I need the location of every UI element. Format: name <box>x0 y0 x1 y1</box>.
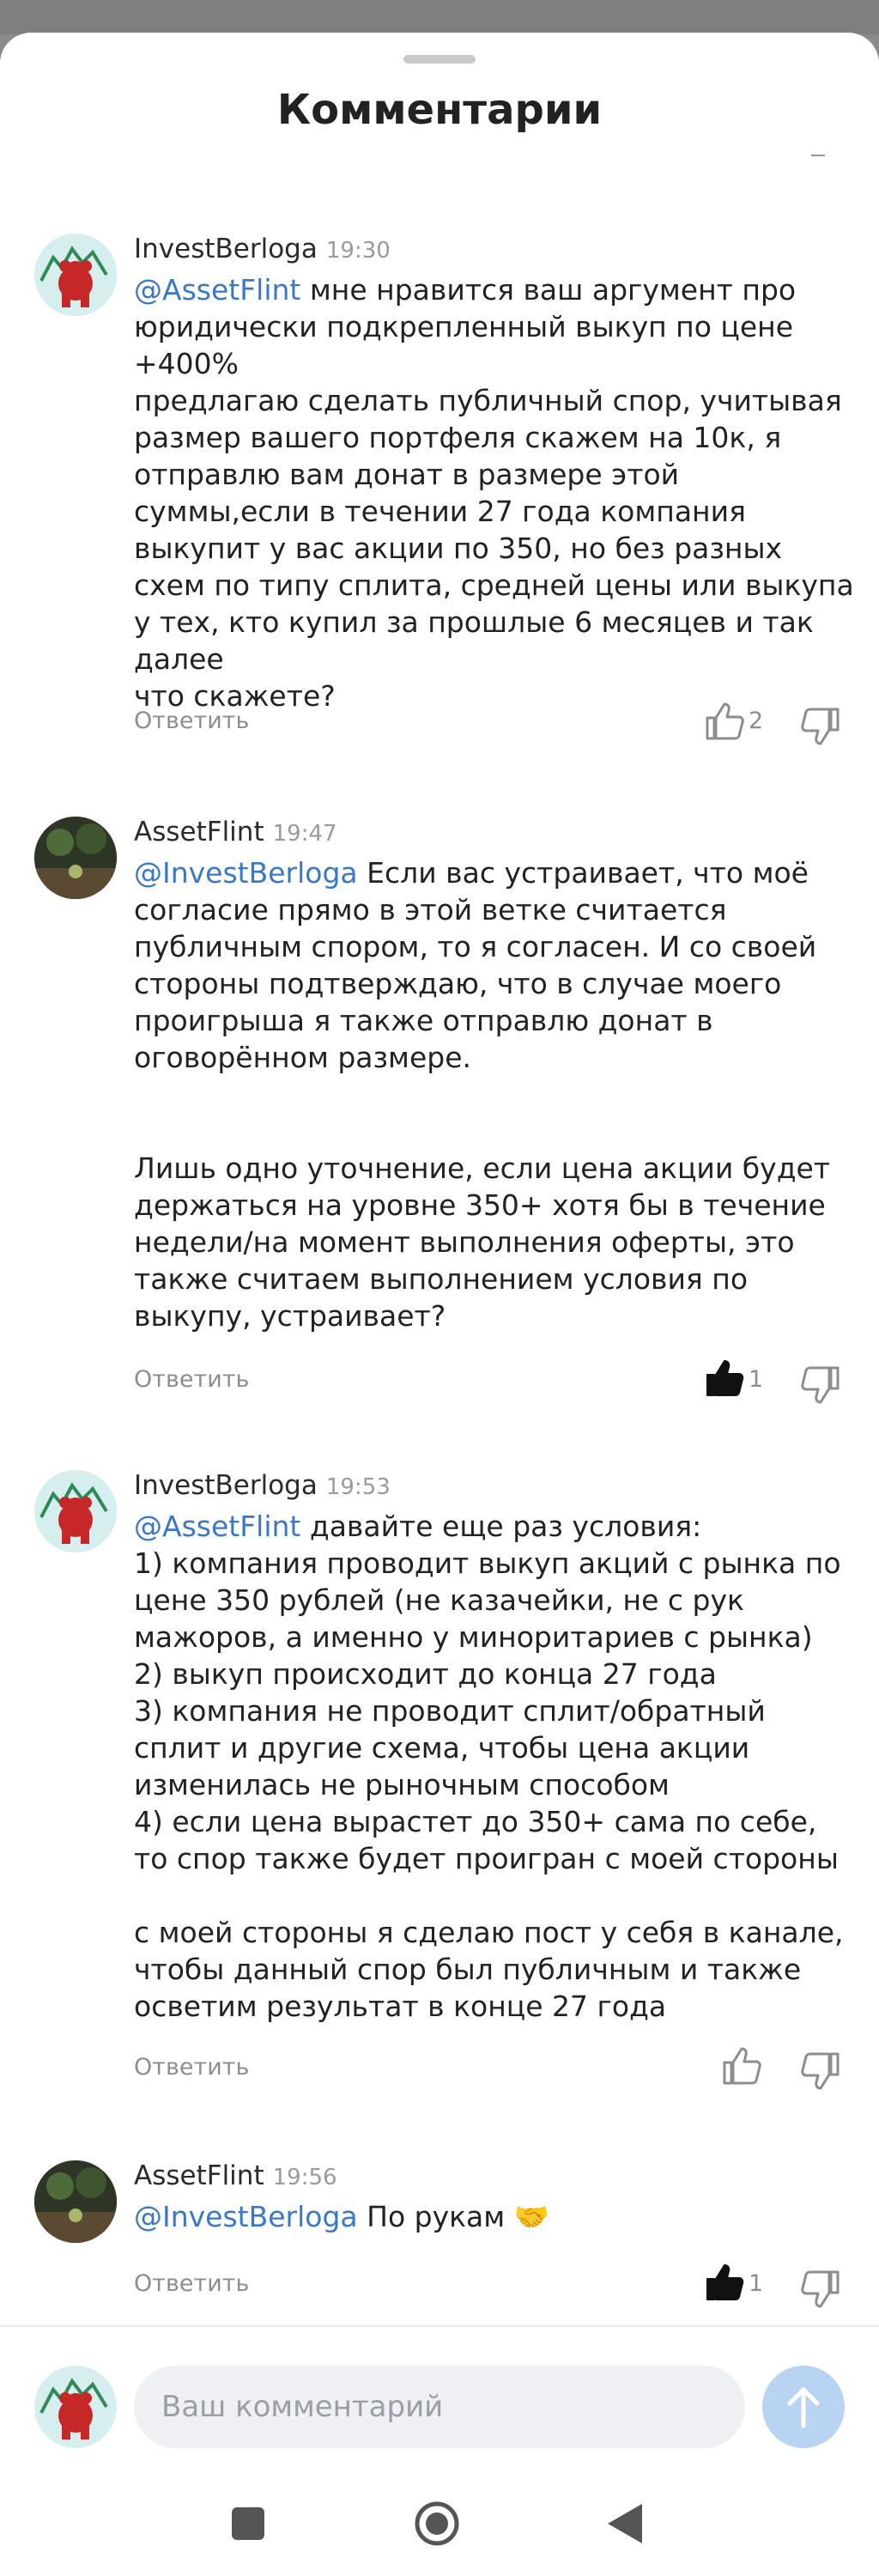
comment-paragraph-text: давайте еще раз условия: <box>309 1510 702 1543</box>
mention-link[interactable]: @AssetFlint <box>134 1510 300 1543</box>
sheet-title: Комментарии <box>276 86 603 134</box>
thumbs-down-icon[interactable] <box>798 704 843 749</box>
avatar[interactable] <box>34 817 117 899</box>
like-count: 1 <box>749 2270 764 2297</box>
comment-author[interactable]: InvestBerloga <box>134 1470 318 1501</box>
mention-link[interactable]: @AssetFlint <box>134 273 300 307</box>
reply-button[interactable]: Ответить <box>134 708 249 734</box>
arrow-up-icon <box>787 2387 820 2428</box>
comment-paragraph-text: По рукам 🤝 <box>367 2200 549 2233</box>
like-count: 2 <box>749 708 764 734</box>
comment-text: @AssetFlint давайте еще раз условия: 1) … <box>134 1508 846 2025</box>
comment-author[interactable]: InvestBerloga <box>134 234 318 264</box>
landscape-avatar-icon <box>34 817 117 899</box>
comment-header: AssetFlint 19:56 <box>134 2160 337 2195</box>
avatar[interactable] <box>34 234 117 316</box>
thumbs-up-icon[interactable] <box>719 2044 764 2088</box>
thumbs-down-icon[interactable] <box>798 1363 843 1407</box>
bear-avatar-icon <box>39 2378 108 2439</box>
thumbs-up-filled-icon[interactable] <box>702 2260 747 2305</box>
comment-paragraph: с моей стороны я сделаю пост у себя в ка… <box>134 1916 844 2023</box>
avatar[interactable] <box>34 1470 117 1552</box>
thumbs-down-icon[interactable] <box>798 2049 843 2093</box>
comment-input[interactable] <box>134 2366 745 2448</box>
comment-paragraph: 4) если цена вырастет до 350+ сама по се… <box>134 1805 839 1875</box>
comment-paragraph: 2) выкуп происходит до конца 27 года <box>134 1657 717 1691</box>
reply-button[interactable]: Ответить <box>134 2270 249 2297</box>
mention-link[interactable]: @InvestBerloga <box>134 856 358 890</box>
comment-paragraph: @AssetFlint мне нравится ваш аргумент пр… <box>134 271 855 382</box>
send-button[interactable] <box>762 2366 845 2448</box>
composer-divider <box>0 2325 879 2327</box>
comment-time: 19:30 <box>325 238 391 264</box>
home-icon[interactable] <box>414 2500 460 2547</box>
comment-header: AssetFlint 19:47 <box>134 817 337 851</box>
landscape-avatar-icon <box>34 2160 117 2243</box>
scroll-hint-icon <box>811 151 825 156</box>
reply-button[interactable]: Ответить <box>134 2054 249 2081</box>
like-count: 1 <box>749 1366 764 1393</box>
thumbs-down-icon[interactable] <box>798 2267 843 2312</box>
comment-author[interactable]: AssetFlint <box>134 817 264 848</box>
back-icon[interactable] <box>604 2502 644 2545</box>
comment-header: InvestBerloga 19:30 <box>134 234 391 268</box>
comment-paragraph: 3) компания не проводит сплит/обратный с… <box>134 1694 766 1801</box>
comment-text: @AssetFlint мне нравится ваш аргумент пр… <box>134 271 855 714</box>
comment-time: 19:53 <box>325 1474 391 1500</box>
comment-paragraph: @InvestBerloga Если вас устраивает, что … <box>134 854 855 1076</box>
comment-paragraph: @AssetFlint давайте еще раз условия: <box>134 1508 846 1545</box>
bear-avatar-icon <box>39 1482 108 1544</box>
status-bar-shade <box>0 0 879 34</box>
comment-time: 19:56 <box>272 2165 337 2190</box>
sheet-grabber[interactable] <box>403 55 476 64</box>
comment-paragraph: 1) компания проводит выкуп акций с рынка… <box>134 1546 841 1654</box>
comment-paragraph: Лишь одно уточнение, если цена акции буд… <box>134 1151 831 1333</box>
comment-text: @InvestBerloga По рукам 🤝 <box>134 2198 855 2235</box>
thumbs-up-filled-icon[interactable] <box>702 1356 747 1400</box>
avatar[interactable] <box>34 2160 117 2243</box>
mention-link[interactable]: @InvestBerloga <box>134 2200 358 2233</box>
system-nav-bar <box>0 2473 879 2576</box>
comment-text: @InvestBerloga Если вас устраивает, что … <box>134 854 855 1334</box>
thumbs-up-icon[interactable] <box>702 699 747 744</box>
reply-button[interactable]: Ответить <box>134 1366 249 1393</box>
my-avatar <box>34 2366 117 2448</box>
comment-paragraph: предлагаю сделать публичный спор, учитыв… <box>134 384 854 676</box>
bear-avatar-icon <box>39 246 108 307</box>
comment-author[interactable]: AssetFlint <box>134 2160 264 2191</box>
recents-icon[interactable] <box>232 2507 264 2540</box>
comment-paragraph: @InvestBerloga По рукам 🤝 <box>134 2198 855 2235</box>
comment-time: 19:47 <box>272 821 337 847</box>
comment-header: InvestBerloga 19:53 <box>134 1470 391 1504</box>
